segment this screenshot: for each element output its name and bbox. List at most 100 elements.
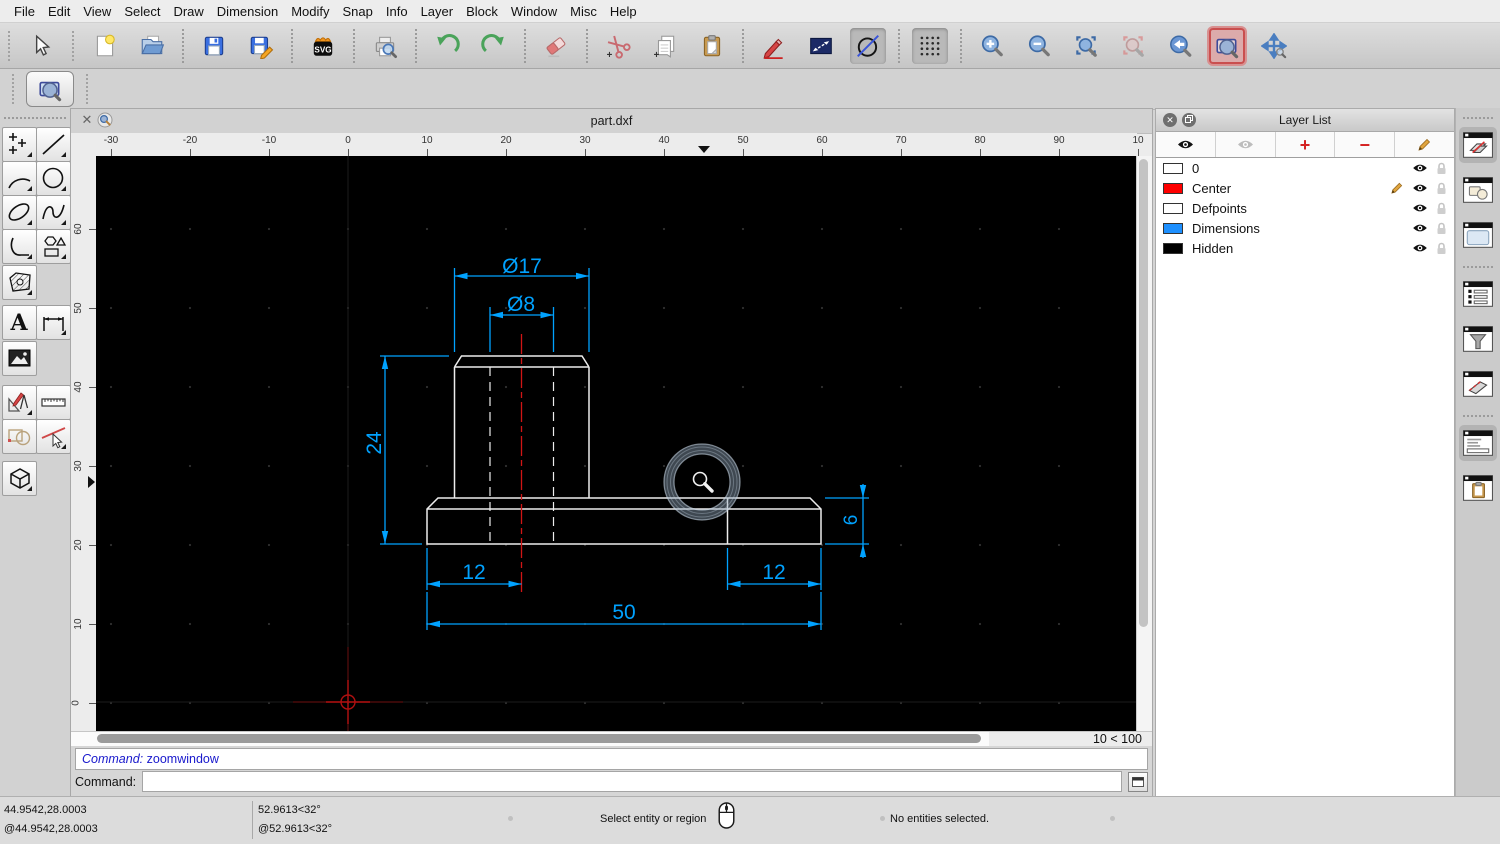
active-tool-zoom-window-button[interactable] — [26, 71, 74, 107]
menu-layer[interactable]: Layer — [421, 4, 454, 19]
add-layer-button[interactable]: + — [1276, 132, 1336, 157]
zoom-in-button[interactable] — [974, 28, 1010, 64]
close-panel-icon[interactable]: ✕ — [1163, 113, 1177, 127]
solid-3d-tool[interactable] — [2, 461, 37, 496]
layer-visible-icon[interactable] — [1412, 163, 1428, 173]
print-preview-button[interactable] — [367, 28, 403, 64]
drawing-canvas[interactable]: Ø17 Ø8 24 6 12 12 50 — [96, 156, 1139, 734]
dim-hole-diameter: Ø8 — [507, 293, 535, 316]
menu-edit[interactable]: Edit — [48, 4, 70, 19]
hruler-label: 10 — [421, 135, 433, 146]
red-pencil-icon — [763, 38, 783, 59]
line-tool[interactable] — [36, 127, 71, 162]
remove-layer-button[interactable]: − — [1335, 132, 1396, 157]
layer-visible-icon[interactable] — [1412, 243, 1428, 253]
ellipse-tool[interactable] — [2, 195, 37, 230]
points-tool[interactable] — [2, 127, 37, 162]
layer-lock-icon[interactable] — [1436, 242, 1447, 255]
vruler-label: 0 — [70, 700, 82, 706]
layer-lock-icon[interactable] — [1436, 202, 1447, 215]
draw-pencil-button[interactable] — [756, 28, 792, 64]
copy-button[interactable]: + — [647, 28, 683, 64]
layer-row[interactable]: Defpoints — [1156, 198, 1454, 218]
menu-modify[interactable]: Modify — [291, 4, 329, 19]
arc-tool[interactable] — [2, 161, 37, 196]
layer-row[interactable]: Center — [1156, 178, 1454, 198]
selection-filter-button[interactable] — [1459, 321, 1497, 357]
measure-tool[interactable] — [36, 385, 71, 420]
layer-row[interactable]: Hidden — [1156, 238, 1454, 258]
layer-visible-icon[interactable] — [1412, 223, 1428, 233]
grid-toggle-button[interactable] — [912, 27, 948, 64]
text-tool[interactable]: A — [2, 305, 37, 340]
menu-snap[interactable]: Snap — [343, 4, 373, 19]
dimension-mode-button[interactable] — [803, 28, 839, 64]
close-document-icon[interactable]: ✕ — [79, 112, 95, 128]
zoom-auto-button[interactable] — [1068, 28, 1104, 64]
block-list-panel-button[interactable] — [1459, 172, 1497, 208]
command-input[interactable] — [142, 771, 1122, 792]
menu-info[interactable]: Info — [386, 4, 408, 19]
construction-mode-button[interactable] — [850, 27, 886, 64]
layer-list-panel-button[interactable] — [1459, 127, 1497, 163]
save-as-button[interactable] — [243, 28, 279, 64]
menu-draw[interactable]: Draw — [173, 4, 203, 19]
vertical-scrollbar[interactable] — [1136, 156, 1152, 732]
zoom-out-button[interactable] — [1021, 28, 1057, 64]
save-button[interactable] — [196, 28, 232, 64]
polyline-tool[interactable] — [2, 229, 37, 264]
paste-button[interactable] — [694, 28, 730, 64]
undo-button[interactable] — [429, 28, 465, 64]
layer-row[interactable]: 0 — [1156, 158, 1454, 178]
menu-select[interactable]: Select — [124, 4, 160, 19]
circle-tool[interactable] — [36, 161, 71, 196]
construction-tools[interactable] — [2, 385, 37, 420]
menu-misc[interactable]: Misc — [570, 4, 597, 19]
menu-file[interactable]: File — [14, 4, 35, 19]
layer-visible-icon[interactable] — [1412, 183, 1428, 193]
dimension-tool[interactable] — [36, 305, 71, 340]
zoom-selection-button[interactable] — [1115, 28, 1151, 64]
menu-dimension[interactable]: Dimension — [217, 4, 278, 19]
layer-visible-icon[interactable] — [1412, 203, 1428, 213]
menu-help[interactable]: Help — [610, 4, 637, 19]
preview-panel-button[interactable] — [1459, 217, 1497, 253]
new-document-button[interactable] — [87, 28, 123, 64]
keyboard-toggle-button[interactable] — [1128, 771, 1148, 792]
zoom-previous-button[interactable] — [1162, 28, 1198, 64]
redo-button[interactable] — [476, 28, 512, 64]
command-widget-button[interactable] — [1459, 425, 1497, 461]
polygon-tool[interactable] — [36, 229, 71, 264]
menu-block[interactable]: Block — [466, 4, 498, 19]
layer-lock-icon[interactable] — [1436, 162, 1447, 175]
image-tool[interactable] — [2, 341, 37, 376]
cut-button[interactable]: + — [600, 28, 636, 64]
library-browser-button[interactable] — [1459, 276, 1497, 312]
hide-all-layers-button[interactable] — [1216, 132, 1276, 157]
layer-lock-icon[interactable] — [1436, 222, 1447, 235]
eraser-button[interactable] — [538, 28, 574, 64]
edit-layer-button[interactable] — [1395, 132, 1454, 157]
hatch-tool[interactable] — [2, 265, 37, 300]
selection-pointer-button[interactable] — [23, 28, 59, 64]
layer-row[interactable]: Dimensions — [1156, 218, 1454, 238]
layer-lock-icon[interactable] — [1436, 182, 1447, 195]
horizontal-scrollbar[interactable] — [71, 732, 989, 746]
menu-view[interactable]: View — [83, 4, 111, 19]
undock-panel-icon[interactable] — [1182, 113, 1196, 127]
menu-window[interactable]: Window — [511, 4, 557, 19]
horizontal-scroll-thumb[interactable] — [97, 734, 981, 743]
zoom-window-button[interactable] — [1209, 27, 1245, 64]
vruler-label: 60 — [73, 223, 85, 235]
wall-tools-button[interactable] — [1459, 366, 1497, 402]
open-document-button[interactable] — [134, 28, 170, 64]
layer-color-swatch — [1163, 242, 1183, 254]
modify-tool[interactable] — [2, 419, 37, 454]
vertical-scroll-thumb[interactable] — [1139, 159, 1148, 627]
clipboard-panel-button[interactable] — [1459, 470, 1497, 506]
select-tool[interactable] — [36, 419, 71, 454]
show-all-layers-button[interactable] — [1156, 132, 1216, 157]
export-svg-button[interactable]: SVG — [305, 28, 341, 64]
spline-tool[interactable] — [36, 195, 71, 230]
zoom-pan-button[interactable] — [1256, 28, 1292, 64]
